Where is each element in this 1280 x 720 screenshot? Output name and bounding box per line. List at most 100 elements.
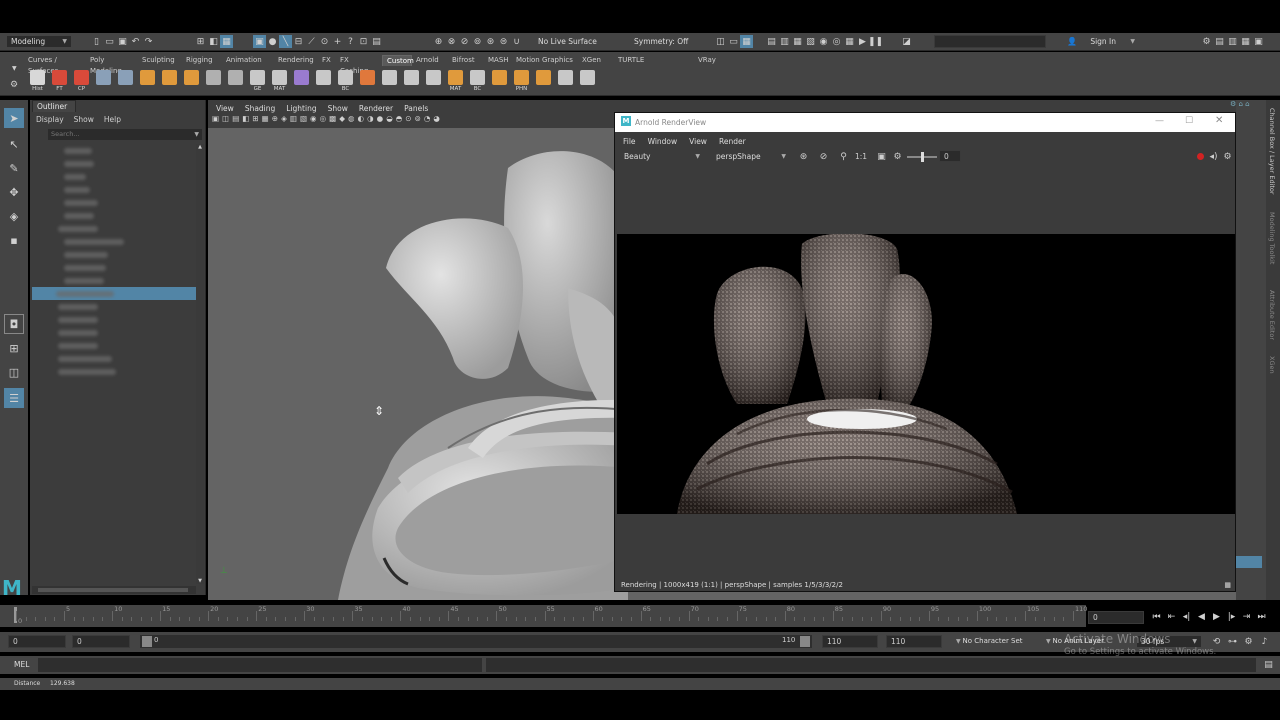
shelf-tab[interactable]: XGen (578, 55, 614, 66)
select-object-icon[interactable]: ◧ (207, 35, 220, 48)
outliner-layout-icon[interactable]: ☰ (4, 388, 24, 408)
step-back-key-icon[interactable]: ⇤ (1165, 610, 1178, 623)
shelf-tab[interactable]: Sculpting (138, 55, 182, 66)
hypershade-icon[interactable]: ▥ (778, 35, 791, 48)
command-language-label[interactable]: MEL (14, 660, 29, 669)
viewport-tool-icon[interactable]: ◆ (339, 114, 345, 127)
crop-icon[interactable]: ▣ (875, 150, 888, 163)
go-to-start-icon[interactable]: ⏮ (1150, 610, 1163, 623)
four-view-icon[interactable]: ⊞ (4, 338, 24, 358)
play-forward-icon[interactable]: ▶ (1210, 610, 1223, 623)
shelf-button[interactable]: MAT (446, 70, 465, 94)
hscroll-thumb[interactable] (38, 588, 188, 592)
shelf-tab[interactable]: Motion Graphics (512, 55, 578, 66)
current-frame-field[interactable]: 0 (1088, 611, 1144, 624)
scale-tool-icon[interactable]: ▪ (4, 230, 24, 250)
open-scene-icon[interactable]: ▭ (103, 35, 116, 48)
go-to-end-icon[interactable]: ⏭ (1255, 610, 1268, 623)
outliner-menu-help[interactable]: Help (104, 115, 121, 124)
command-search-field[interactable] (934, 35, 1046, 48)
outliner-item[interactable] (40, 183, 196, 196)
playback-start-field[interactable]: 0 (72, 635, 130, 648)
select-tool-icon[interactable]: ➤ (4, 108, 24, 128)
select-component-icon[interactable]: ▦ (220, 35, 233, 48)
viewport-menu-view[interactable]: View (216, 104, 234, 113)
move-tool-icon[interactable]: ✥ (4, 182, 24, 202)
play-backward-icon[interactable]: ◀ (1195, 610, 1208, 623)
step-forward-frame-icon[interactable]: |▸ (1225, 610, 1238, 623)
playback-end-field[interactable]: 110 (822, 635, 878, 648)
shelf-tab[interactable]: Custom (382, 55, 414, 66)
viewport-tool-icon[interactable]: ◫ (222, 114, 229, 127)
exposure-slider[interactable] (907, 152, 937, 162)
render-settings-icon[interactable]: ▤ (765, 35, 778, 48)
renderview-menu-render[interactable]: Render (719, 137, 746, 146)
shelf-button[interactable]: CP (72, 70, 91, 94)
vray-render-icon[interactable]: ◎ (830, 35, 843, 48)
ipr-render-icon[interactable]: ▦ (740, 35, 753, 48)
shelf-tab[interactable]: Animation (222, 55, 274, 66)
vertex-mask-icon[interactable]: ● (266, 35, 279, 48)
tab-xgen[interactable]: XGen (1268, 356, 1276, 374)
outliner-menu-display[interactable]: Display (36, 115, 64, 124)
snap-live-icon[interactable]: ⊜ (497, 35, 510, 48)
viewport-menu-renderer[interactable]: Renderer (359, 104, 393, 113)
lasso-tool-icon[interactable]: ↖ (4, 134, 24, 154)
snap-view-icon[interactable]: ⊚ (471, 35, 484, 48)
viewport-tool-icon[interactable]: ⊚ (415, 114, 421, 127)
shelf-button[interactable]: BC (336, 70, 355, 94)
shelf-tab[interactable]: MASH (484, 55, 512, 66)
stop-render-icon[interactable]: ⊘ (817, 150, 830, 163)
select-hierarchy-icon[interactable]: ⊞ (194, 35, 207, 48)
script-editor-icon[interactable]: ▤ (1262, 658, 1275, 671)
render-frame-icon[interactable]: ▭ (727, 35, 740, 48)
shelf-tab[interactable]: Arnold (412, 55, 448, 66)
range-slider-end-handle[interactable] (800, 636, 810, 647)
shelf-button[interactable] (358, 70, 377, 94)
shelf-button[interactable] (534, 70, 553, 94)
outliner-menu-show[interactable]: Show (74, 115, 94, 124)
shelf-tab[interactable]: Rendering (274, 55, 318, 66)
step-back-frame-icon[interactable]: ◂| (1180, 610, 1193, 623)
shelf-tab[interactable]: Curves / Surfaces (24, 55, 86, 75)
shelf-gear-icon[interactable]: ⚙ (10, 80, 18, 90)
shelf-button[interactable]: Hist (28, 70, 47, 94)
sign-in-button[interactable]: 👤 Sign In ▼ (1062, 35, 1140, 48)
step-forward-key-icon[interactable]: ⇥ (1240, 610, 1253, 623)
face-mask-icon[interactable]: ⊟ (292, 35, 305, 48)
save-scene-icon[interactable]: ▣ (116, 35, 129, 48)
range-slider-start-handle[interactable] (142, 636, 152, 647)
viewport-tool-icon[interactable]: ▥ (290, 114, 297, 127)
close-icon[interactable]: ✕ (1215, 115, 1223, 126)
viewport-tool-icon[interactable]: ▦ (262, 114, 269, 127)
autokey-icon[interactable]: ⊶ (1226, 635, 1239, 648)
shelf-button[interactable]: PHN (512, 70, 531, 94)
shelf-button[interactable]: MAT (270, 70, 289, 94)
shelf-button[interactable]: GE (248, 70, 267, 94)
shelf-button[interactable] (314, 70, 333, 94)
viewport-tool-icon[interactable]: ◍ (348, 114, 355, 127)
shelf-button[interactable] (380, 70, 399, 94)
outliner-item[interactable] (40, 235, 196, 248)
shelf-tab[interactable]: FX Caching (336, 55, 382, 75)
viewport-tool-icon[interactable]: ⊙ (405, 114, 411, 127)
minimize-icon[interactable]: — (1155, 116, 1164, 126)
shelf-button[interactable] (160, 70, 179, 94)
construction-history-icon[interactable]: ◫ (714, 35, 727, 48)
shelf-button[interactable]: FT (50, 70, 69, 94)
ratio-label[interactable]: 1:1 (855, 152, 867, 161)
viewport-tool-icon[interactable]: ▧ (300, 114, 307, 127)
right-panel-selected[interactable] (1236, 556, 1262, 568)
settings-icon[interactable]: ⚙ (891, 150, 904, 163)
mask-select-icon[interactable]: ▣ (253, 35, 266, 48)
outliner-item[interactable] (40, 261, 196, 274)
outliner-item[interactable] (40, 157, 196, 170)
anim-prefs-icon[interactable]: ⚙ (1242, 635, 1255, 648)
shelf-button[interactable] (94, 70, 113, 94)
pause-icon[interactable]: ❚❚ (868, 35, 883, 48)
attribute-editor-toggle-icon[interactable]: ▦ (1239, 35, 1252, 48)
viewport-tool-icon[interactable]: ◑ (367, 114, 374, 127)
shelf-tab[interactable]: TURTLE (614, 55, 654, 66)
region-icon[interactable]: ⚲ (837, 150, 850, 163)
outliner-item[interactable] (32, 287, 196, 300)
